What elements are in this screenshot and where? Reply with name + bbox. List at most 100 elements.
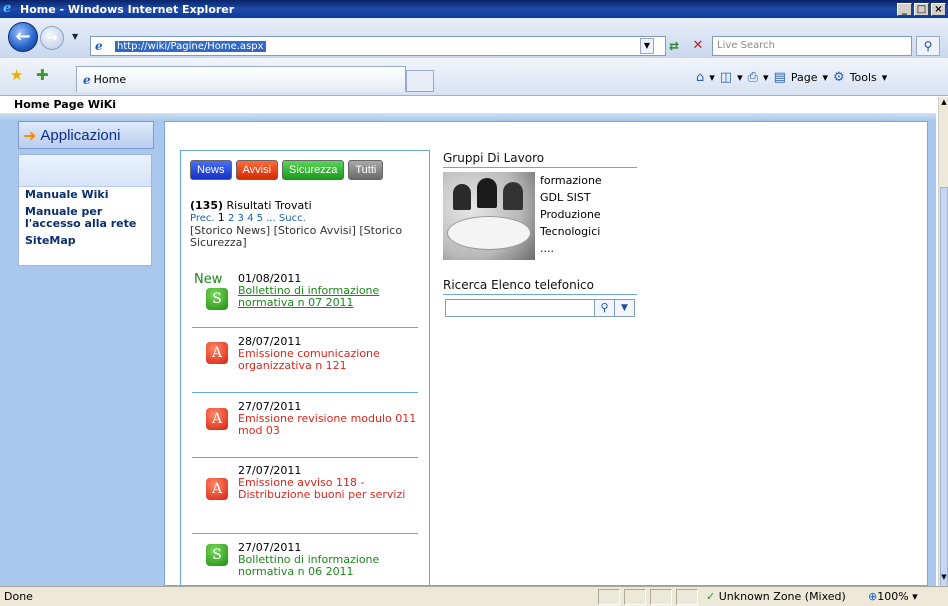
ie-logo-icon: e (3, 1, 12, 16)
pager-prev[interactable]: Prec. (190, 213, 215, 224)
close-button[interactable]: × (931, 2, 946, 16)
feeds-dropdown-icon[interactable]: ▾ (737, 71, 743, 84)
scroll-up-icon[interactable]: ▲ (940, 98, 948, 108)
stop-icon[interactable]: ✕ (688, 36, 708, 56)
search-icon[interactable]: ⚲ (595, 299, 615, 317)
page-menu[interactable]: Page (791, 71, 818, 84)
favorites-star-icon[interactable]: ★ (10, 66, 23, 84)
chevron-down-icon[interactable]: ▼ (615, 299, 635, 317)
print-dropdown-icon[interactable]: ▾ (763, 71, 769, 84)
menu-item-sitemap[interactable]: SiteMap (19, 233, 151, 250)
security-zone[interactable]: ✓ Unknown Zone (Mixed) (706, 590, 846, 603)
news-item[interactable]: 27/07/2011 Bollettino di informazione no… (238, 542, 424, 578)
tab-home[interactable]: e Home (76, 66, 406, 92)
pager-page-3[interactable]: 3 (238, 213, 244, 224)
pager-page-1[interactable]: 1 (218, 211, 225, 224)
home-icon[interactable]: ⌂ (696, 70, 704, 85)
avviso-badge-icon: A (206, 342, 228, 364)
print-icon[interactable]: ⎙ (748, 70, 758, 85)
sicurezza-badge-icon: S (206, 288, 228, 310)
applicazioni-button[interactable]: ➜ Applicazioni (18, 121, 154, 149)
news-text[interactable]: Bollettino di informazione normativa n 0… (238, 554, 424, 578)
zoom-icon: ⊕ (868, 590, 878, 603)
tab-sicurezza[interactable]: Sicurezza (282, 160, 345, 180)
gruppo-item[interactable]: GDL SIST (540, 189, 602, 206)
history-dropdown-icon[interactable]: ▼ (72, 32, 78, 41)
gruppo-item[interactable]: Tecnologici (540, 223, 602, 240)
tools-dropdown-icon[interactable]: ▾ (882, 71, 888, 84)
title-bar: e Home - Windows Internet Explorer _ □ × (0, 0, 948, 18)
command-toolbar: ⌂ ▾ ◫ ▾ ⎙ ▾ ▤ Page ▾ ⚙ Tools ▾ (696, 70, 887, 85)
back-button[interactable]: ← (8, 22, 38, 52)
tab-avvisi[interactable]: Avvisi (235, 160, 279, 180)
status-cell (676, 589, 698, 605)
news-text[interactable]: Emissione comunicazione organizzativa n … (238, 348, 424, 372)
scroll-down-icon[interactable]: ▼ (940, 573, 948, 583)
page-dropdown-icon[interactable]: ▾ (823, 71, 829, 84)
status-cell (598, 589, 620, 605)
gruppo-item[interactable]: formazione (540, 172, 602, 189)
page-icon: e (95, 39, 103, 53)
vertical-scrollbar[interactable]: ▲ ▼ (938, 97, 948, 587)
news-text[interactable]: Bollettino di informazione normativa n 0… (238, 285, 424, 309)
avviso-badge-icon: A (206, 408, 228, 430)
storico-links[interactable]: [Storico News] [Storico Avvisi] [Storico… (190, 225, 426, 249)
news-text[interactable]: Emissione avviso 118 - Distribuzione buo… (238, 477, 424, 501)
new-tab-button[interactable] (406, 70, 434, 92)
minimize-button[interactable]: _ (897, 2, 912, 16)
news-item[interactable]: 27/07/2011 Emissione avviso 118 - Distri… (238, 465, 424, 501)
pager-next[interactable]: ... Succ. (266, 213, 306, 224)
news-tabs: News Avvisi Sicurezza Tutti (190, 160, 384, 180)
meeting-photo (443, 172, 535, 260)
status-text: Done (4, 590, 33, 603)
applicazioni-label: Applicazioni (40, 126, 121, 144)
pager-page-5[interactable]: 5 (257, 213, 263, 224)
url-text[interactable]: http://wiki/Pagine/Home.aspx (115, 40, 266, 52)
window-title: Home - Windows Internet Explorer (20, 2, 235, 16)
address-field[interactable]: e http://wiki/Pagine/Home.aspx (90, 36, 666, 56)
tab-tutti[interactable]: Tutti (348, 160, 384, 180)
gruppi-title: Gruppi Di Lavoro (443, 151, 545, 165)
side-menu: Manuale Wiki Manuale per l'accesso alla … (18, 154, 152, 266)
search-icon[interactable]: ⚲ (916, 36, 940, 56)
live-search-input[interactable]: Live Search (712, 36, 912, 56)
ricerca-title: Ricerca Elenco telefonico (443, 278, 594, 292)
home-dropdown-icon[interactable]: ▾ (709, 71, 715, 84)
gruppi-underline (443, 167, 637, 168)
gruppo-item[interactable]: Produzione (540, 206, 602, 223)
address-dropdown-button[interactable]: ▼ (640, 38, 654, 54)
forward-button[interactable]: → (40, 26, 64, 50)
maximize-button[interactable]: □ (914, 2, 929, 16)
scroll-thumb[interactable] (940, 187, 948, 587)
feeds-icon[interactable]: ◫ (720, 70, 732, 85)
header-band (0, 113, 936, 121)
ricerca-underline (443, 294, 637, 295)
divider (192, 457, 418, 458)
pager-page-4[interactable]: 4 (247, 213, 253, 224)
page-menu-icon: ▤ (773, 70, 786, 85)
news-item[interactable]: 28/07/2011 Emissione comunicazione organ… (238, 336, 424, 372)
gruppi-list: formazione GDL SIST Produzione Tecnologi… (540, 172, 602, 257)
check-icon: ✓ (706, 590, 716, 603)
news-item[interactable]: 01/08/2011 Bollettino di informazione no… (238, 273, 424, 309)
tab-label: Home (93, 73, 127, 86)
zoom-control[interactable]: ⊕100% ▾ (868, 590, 918, 603)
news-text[interactable]: Emissione revisione modulo 011 mod 03 (238, 413, 424, 437)
add-favorites-icon[interactable]: ✚ (36, 66, 49, 84)
zoom-level: 100% (877, 590, 909, 603)
avviso-badge-icon: A (206, 478, 228, 500)
refresh-icon[interactable]: ⇄ (664, 36, 684, 56)
ie-tab-icon: e (83, 72, 91, 87)
menu-item-manuale-wiki[interactable]: Manuale Wiki (19, 187, 151, 204)
gruppo-more[interactable]: .... (540, 240, 602, 257)
tab-news[interactable]: News (190, 160, 232, 180)
status-bar: Done ✓ Unknown Zone (Mixed) ⊕100% ▾ (0, 586, 948, 606)
menu-item-manuale-rete[interactable]: Manuale per l'accesso alla rete (19, 204, 151, 233)
pager-page-2[interactable]: 2 (228, 213, 234, 224)
tools-menu[interactable]: Tools (850, 71, 877, 84)
results-label: Risultati Trovati (226, 199, 312, 212)
phonebook-search-input[interactable] (445, 299, 595, 317)
tools-gear-icon: ⚙ (833, 70, 845, 85)
news-item[interactable]: 27/07/2011 Emissione revisione modulo 01… (238, 401, 424, 437)
results-summary: (135) Risultati Trovati Prec. 1 2 3 4 5 … (190, 200, 426, 249)
